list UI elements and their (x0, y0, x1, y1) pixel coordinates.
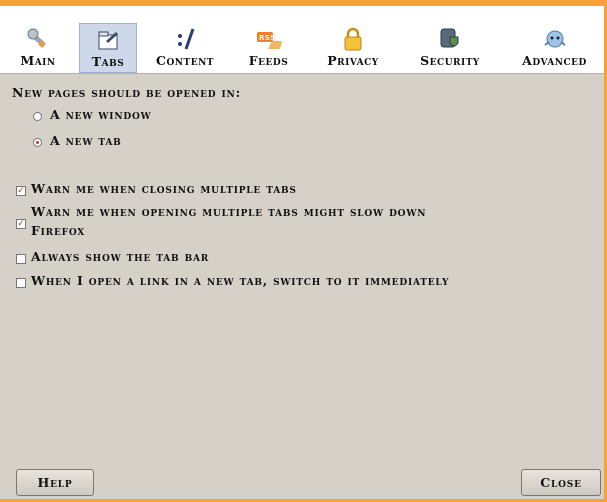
lock-icon (310, 25, 396, 53)
warn-closing-checkbox[interactable]: ✓ (16, 186, 26, 196)
toolbar-feeds[interactable]: RSS Feeds (236, 23, 301, 73)
new-tab-label[interactable]: A new tab (50, 133, 122, 148)
tabs-preferences-pane: New pages should be opened in: A new win… (0, 74, 604, 499)
wrench-icon (12, 25, 64, 53)
rss-feed-icon: RSS (236, 25, 301, 53)
help-button[interactable]: Help (16, 469, 94, 496)
toolbar-tabs-label: Tabs (91, 54, 125, 69)
advanced-icon (505, 25, 604, 53)
toolbar-privacy-label: Privacy (327, 53, 379, 68)
toolbar-advanced[interactable]: Advanced (505, 23, 604, 73)
new-tab-radio[interactable] (33, 138, 42, 147)
toolbar-main-label: Main (20, 53, 56, 68)
warn-opening-checkbox[interactable]: ✓ (16, 219, 26, 229)
switch-to-new-tab-label[interactable]: When I open a link in a new tab, switch … (31, 273, 449, 288)
new-window-label[interactable]: A new window (50, 107, 152, 122)
toolbar-advanced-label: Advanced (522, 53, 587, 68)
always-show-tab-bar-checkbox[interactable] (16, 254, 26, 264)
toolbar-content-label: Content (156, 53, 214, 68)
switch-to-new-tab-checkbox[interactable] (16, 278, 26, 288)
always-show-tab-bar-label[interactable]: Always show the tab bar (31, 249, 209, 264)
toolbar-feeds-label: Feeds (248, 53, 289, 68)
tabs-icon (80, 26, 136, 54)
open-in-heading: New pages should be opened in: (12, 85, 241, 100)
toolbar-security[interactable]: Security (404, 23, 496, 73)
close-button[interactable]: Close (521, 469, 601, 496)
warn-opening-label-line2[interactable]: Firefox (31, 223, 85, 238)
svg-text:RSS: RSS (259, 34, 276, 42)
security-icon (404, 25, 496, 53)
warn-closing-label[interactable]: Warn me when closing multiple tabs (31, 181, 297, 196)
preferences-window: Main Tabs Content RSS Feeds Privacy Secu… (0, 6, 604, 499)
content-icon (141, 25, 229, 53)
toolbar-tabs[interactable]: Tabs (79, 23, 137, 73)
warn-opening-label-line1[interactable]: Warn me when opening multiple tabs might… (31, 204, 426, 219)
preferences-toolbar: Main Tabs Content RSS Feeds Privacy Secu… (0, 6, 604, 74)
toolbar-privacy[interactable]: Privacy (310, 23, 396, 73)
toolbar-main[interactable]: Main (12, 23, 64, 73)
new-window-radio[interactable] (33, 112, 42, 121)
toolbar-content[interactable]: Content (141, 23, 229, 73)
toolbar-security-label: Security (420, 53, 480, 68)
